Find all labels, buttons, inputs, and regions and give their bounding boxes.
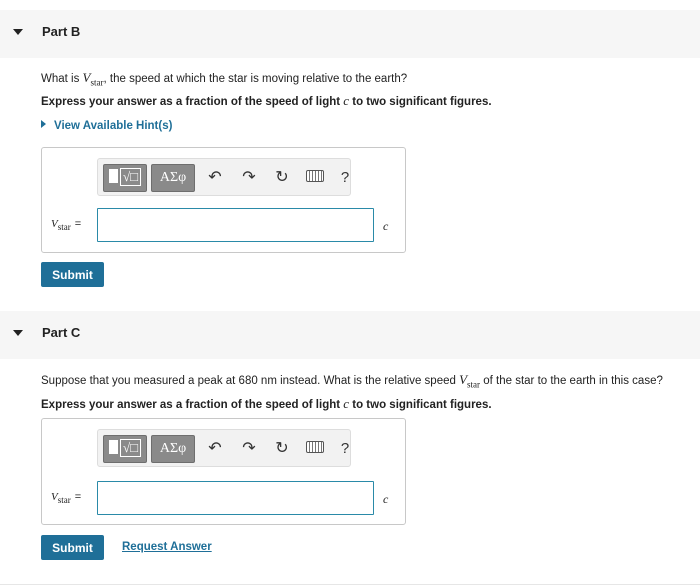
help-button[interactable]: ?	[334, 439, 356, 459]
part-b-answer-box: √□ ΑΣφ ↶ ↷ ↻ ? Vstar = c	[41, 147, 406, 253]
expand-triangle-icon	[41, 120, 46, 128]
unit-label: c	[383, 219, 389, 233]
greek-symbols-button[interactable]: ΑΣφ	[151, 435, 195, 463]
answer-input[interactable]	[97, 208, 374, 242]
unit-label: c	[383, 492, 389, 506]
view-hints-link[interactable]: View Available Hint(s)	[41, 120, 172, 132]
submit-button[interactable]: Submit	[41, 262, 104, 287]
part-c-instruction: Express your answer as a fraction of the…	[41, 396, 492, 411]
submit-button[interactable]: Submit	[41, 535, 104, 560]
reset-icon[interactable]: ↻	[271, 168, 293, 188]
reset-icon[interactable]: ↻	[271, 439, 293, 459]
divider	[0, 584, 700, 585]
undo-icon[interactable]: ↶	[204, 439, 226, 459]
undo-icon[interactable]: ↶	[204, 168, 226, 188]
collapse-triangle-icon[interactable]	[13, 29, 23, 35]
part-c-header[interactable]: Part C	[0, 311, 700, 359]
collapse-triangle-icon[interactable]	[13, 330, 23, 336]
keyboard-icon[interactable]	[304, 439, 326, 459]
math-toolbar: √□ ΑΣφ ↶ ↷ ↻ ?	[97, 429, 351, 467]
part-b-instruction: Express your answer as a fraction of the…	[41, 93, 492, 108]
redo-icon[interactable]: ↷	[238, 439, 260, 459]
math-toolbar: √□ ΑΣφ ↶ ↷ ↻ ?	[97, 158, 351, 196]
part-c-title: Part C	[42, 325, 81, 340]
answer-input[interactable]	[97, 481, 374, 515]
greek-symbols-button[interactable]: ΑΣφ	[151, 164, 195, 192]
request-answer-link[interactable]: Request Answer	[122, 541, 212, 553]
part-c-answer-box: √□ ΑΣφ ↶ ↷ ↻ ? Vstar = c	[41, 418, 406, 525]
templates-button[interactable]: √□	[103, 435, 147, 463]
part-b-header[interactable]: Part B	[0, 10, 700, 58]
part-b-question: What is Vstar, the speed at which the st…	[41, 70, 408, 88]
answer-variable-label: Vstar =	[51, 218, 82, 233]
part-b-title: Part B	[42, 24, 81, 39]
answer-variable-label: Vstar =	[51, 491, 82, 506]
templates-button[interactable]: √□	[103, 164, 147, 192]
part-c-question: Suppose that you measured a peak at 680 …	[41, 372, 663, 390]
help-button[interactable]: ?	[334, 168, 356, 188]
keyboard-icon[interactable]	[304, 168, 326, 188]
redo-icon[interactable]: ↷	[238, 168, 260, 188]
